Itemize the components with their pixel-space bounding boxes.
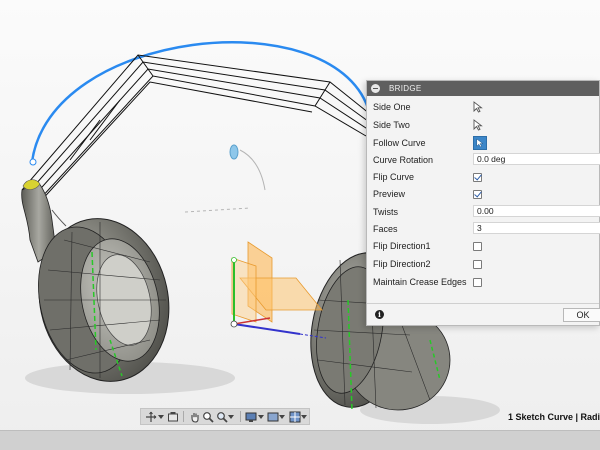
row-flip-direction2: Flip Direction2 — [373, 257, 482, 271]
row-twists: Twists 0.00 — [373, 205, 600, 219]
origin-planes[interactable] — [230, 241, 327, 339]
pan-icon[interactable] — [188, 410, 201, 423]
row-flip-direction1: Flip Direction1 — [373, 239, 482, 253]
bottom-status-bar — [0, 430, 600, 450]
dialog-title: BRIDGE — [389, 84, 422, 93]
orbit-dropdown-icon[interactable] — [157, 414, 164, 419]
flip-direction1-checkbox[interactable] — [473, 241, 482, 251]
select-cursor-icon — [473, 119, 483, 131]
bridge-dialog: BRIDGE Side One Side Two Follow Curve Cu… — [366, 80, 600, 326]
side-one-label: Side One — [373, 102, 411, 112]
maintain-crease-edges-label: Maintain Crease Edges — [373, 277, 467, 287]
side-one-select[interactable] — [473, 100, 483, 114]
select-cursor-icon — [473, 101, 483, 113]
bridge-wireframe — [21, 54, 376, 205]
row-follow-curve: Follow Curve — [373, 136, 487, 150]
navigation-toolbar — [140, 408, 310, 425]
follow-curve-label: Follow Curve — [373, 138, 426, 148]
canvas-viewport[interactable]: BRIDGE Side One Side Two Follow Curve Cu… — [0, 0, 600, 450]
curve-endpoint[interactable] — [29, 158, 37, 166]
twists-label: Twists — [373, 207, 399, 217]
dialog-footer: i OK — [367, 303, 600, 325]
preview-checkbox[interactable] — [473, 189, 482, 199]
flip-direction2-checkbox[interactable] — [473, 259, 482, 269]
flip-curve-checkbox[interactable] — [473, 172, 482, 182]
display-settings-icon[interactable] — [245, 410, 258, 423]
toolbar-separator — [183, 411, 185, 422]
row-maintain-crease-edges: Maintain Crease Edges — [373, 275, 482, 289]
visual-style-dropdown-icon[interactable] — [279, 414, 286, 419]
flip-direction1-label: Flip Direction1 — [373, 241, 431, 251]
maintain-crease-edges-checkbox[interactable] — [473, 277, 482, 287]
side-two-label: Side Two — [373, 120, 410, 130]
dialog-title-bar[interactable]: BRIDGE — [367, 81, 599, 96]
look-at-icon[interactable] — [167, 410, 180, 423]
pivot-handle[interactable] — [229, 144, 239, 160]
faces-input[interactable]: 3 — [473, 222, 600, 234]
flip-curve-label: Flip Curve — [373, 172, 415, 182]
orbit-icon[interactable] — [145, 410, 158, 423]
row-preview: Preview — [373, 187, 482, 201]
follow-curve-select-button[interactable] — [473, 136, 487, 150]
curve-rotation-label: Curve Rotation — [373, 155, 434, 165]
preview-label: Preview — [373, 189, 406, 199]
side-two-select[interactable] — [473, 118, 483, 132]
visual-style-icon[interactable] — [267, 410, 280, 423]
row-side-two: Side Two — [373, 118, 483, 132]
zoom-icon[interactable] — [202, 410, 215, 423]
zoom-dropdown-icon[interactable] — [228, 414, 235, 419]
selection-status: 1 Sketch Curve | Radius — [508, 412, 600, 422]
grid-icon[interactable] — [288, 410, 301, 423]
curve-rotation-input[interactable]: 0.0 deg — [473, 153, 600, 165]
row-faces: Faces 3 — [373, 222, 600, 236]
toolbar-separator — [240, 411, 242, 422]
ok-button[interactable]: OK — [563, 308, 600, 322]
row-side-one: Side One — [373, 100, 483, 114]
twists-input[interactable]: 0.00 — [473, 205, 600, 217]
zoom-window-icon[interactable] — [215, 410, 228, 423]
faces-label: Faces — [373, 224, 398, 234]
display-dropdown-icon[interactable] — [257, 414, 264, 419]
row-curve-rotation: Curve Rotation 0.0 deg — [373, 153, 600, 167]
flip-direction2-label: Flip Direction2 — [373, 259, 431, 269]
row-flip-curve: Flip Curve — [373, 170, 482, 184]
collapse-icon[interactable] — [371, 84, 380, 93]
info-icon[interactable]: i — [375, 310, 384, 319]
grid-dropdown-icon[interactable] — [300, 414, 307, 419]
select-cursor-icon — [476, 138, 484, 148]
